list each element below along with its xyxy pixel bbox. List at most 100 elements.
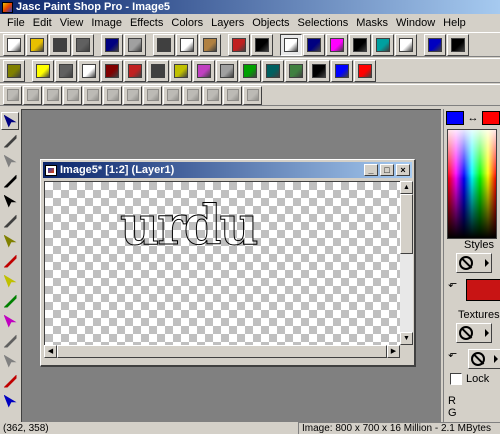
image-window-title-bar[interactable]: Image5* [1:2] (Layer1) _ □ × [43,162,412,178]
new-vector-layer-button[interactable] [83,85,102,105]
copy-button[interactable] [176,33,198,56]
emboss-button[interactable] [216,59,238,82]
foreground-texture-button[interactable] [456,323,492,343]
twirl-button[interactable] [331,59,353,82]
buttonize-button[interactable] [32,59,54,82]
tile-button[interactable] [308,59,330,82]
selection-tool[interactable] [1,212,19,230]
new-raster-layer-button[interactable] [3,85,22,105]
arrow-tool[interactable] [1,112,19,130]
promote-layer-button[interactable] [123,85,142,105]
layer-visible-button[interactable] [203,85,222,105]
kaleidoscope-button[interactable] [239,59,261,82]
sculpture-button[interactable] [193,59,215,82]
redo-button[interactable] [124,33,146,56]
crop-tool[interactable] [1,172,19,190]
menu-colors[interactable]: Colors [167,17,207,29]
merge-layer-button[interactable] [143,85,162,105]
vertical-scrollbar[interactable]: ▲ ▼ [400,181,413,345]
foreground-color-swatch[interactable] [446,111,464,125]
eraser-tool[interactable] [1,372,19,390]
app-icon[interactable] [2,1,13,13]
outer-bevel-button[interactable] [170,59,192,82]
image-document-icon[interactable] [45,164,57,176]
picture-tube-tool[interactable] [1,392,19,410]
swap-textures-icon[interactable]: ⬐ [448,347,457,360]
hot-wax-button[interactable] [124,59,146,82]
effect-browser-button[interactable] [3,59,25,82]
move-tool[interactable] [1,192,19,210]
image-window[interactable]: Image5* [1:2] (Layer1) _ □ × urdu ▲ ▼ ◀ … [40,159,416,367]
menu-image[interactable]: Image [87,17,126,29]
drop-shadow-button[interactable] [101,59,123,82]
browse-button[interactable] [228,33,250,56]
undo-button[interactable] [101,33,123,56]
menu-layers[interactable]: Layers [207,17,248,29]
open-button[interactable] [26,33,48,56]
layer-properties-button[interactable] [63,85,82,105]
layer-palette-button[interactable] [372,33,394,56]
color-palette-button[interactable] [326,33,348,56]
paintbrush-tool[interactable] [1,272,19,290]
background-style-swatch[interactable] [466,279,500,301]
color-spectrum[interactable] [447,129,497,239]
scroll-down-button[interactable]: ▼ [400,332,413,345]
chisel-button[interactable] [55,59,77,82]
vertical-scroll-thumb[interactable] [400,194,413,254]
menu-objects[interactable]: Objects [248,17,293,29]
duplicate-layer-button[interactable] [43,85,62,105]
image-canvas[interactable]: urdu [44,181,400,345]
dropper-tool[interactable] [1,252,19,270]
layer-lock-button[interactable] [223,85,242,105]
paste-button[interactable] [199,33,221,56]
deform-tool[interactable] [1,152,19,170]
menu-masks[interactable]: Masks [352,17,392,29]
new-mask-button[interactable] [103,85,122,105]
delete-layer-button[interactable] [23,85,42,105]
menu-effects[interactable]: Effects [126,17,167,29]
scroll-up-button[interactable]: ▲ [400,181,413,194]
menu-window[interactable]: Window [392,17,439,29]
background-color-swatch[interactable] [482,111,500,125]
clone-brush-tool[interactable] [1,292,19,310]
swap-styles-icon[interactable]: ⬐ [448,277,457,290]
lock-checkbox[interactable] [450,373,462,386]
overview-button[interactable] [303,33,325,56]
scroll-left-button[interactable]: ◀ [44,345,57,358]
lasso-tool[interactable] [1,232,19,250]
horizontal-scroll-thumb[interactable] [57,345,387,358]
close-button[interactable]: × [396,164,410,176]
background-texture-button[interactable] [468,349,500,369]
blinds-button[interactable] [354,59,376,82]
color-replacer-tool[interactable] [1,312,19,330]
scratch-remover-tool[interactable] [1,352,19,370]
context-help-button[interactable] [447,33,469,56]
cut-button[interactable] [153,33,175,56]
adjust-layer-button[interactable] [183,85,202,105]
menu-help[interactable]: Help [439,17,470,29]
scroll-right-button[interactable]: ▶ [387,345,400,358]
cutout-button[interactable] [78,59,100,82]
zoom-tool[interactable] [1,132,19,150]
horizontal-scrollbar[interactable]: ◀ ▶ [44,345,400,358]
layer-opacity-button[interactable] [243,85,262,105]
inner-bevel-button[interactable] [147,59,169,82]
lock-option[interactable]: Lock [450,373,489,386]
maximize-button[interactable]: □ [380,164,394,176]
menu-edit[interactable]: Edit [29,17,56,29]
swap-colors-button[interactable]: ↔ [464,112,482,124]
new-button[interactable] [3,33,25,56]
title-bar[interactable]: Jasc Paint Shop Pro - Image5 [0,0,500,14]
zoom-button[interactable] [280,33,302,56]
minimize-button[interactable]: _ [364,164,378,176]
pattern-button[interactable] [262,59,284,82]
retouch-tool[interactable] [1,332,19,350]
texture-button[interactable] [285,59,307,82]
menu-selections[interactable]: Selections [294,17,353,29]
cancel-button[interactable] [251,33,273,56]
histogram-button[interactable] [349,33,371,56]
foreground-style-button[interactable] [456,253,492,273]
group-layer-button[interactable] [163,85,182,105]
help-button[interactable] [424,33,446,56]
save-button[interactable] [49,33,71,56]
